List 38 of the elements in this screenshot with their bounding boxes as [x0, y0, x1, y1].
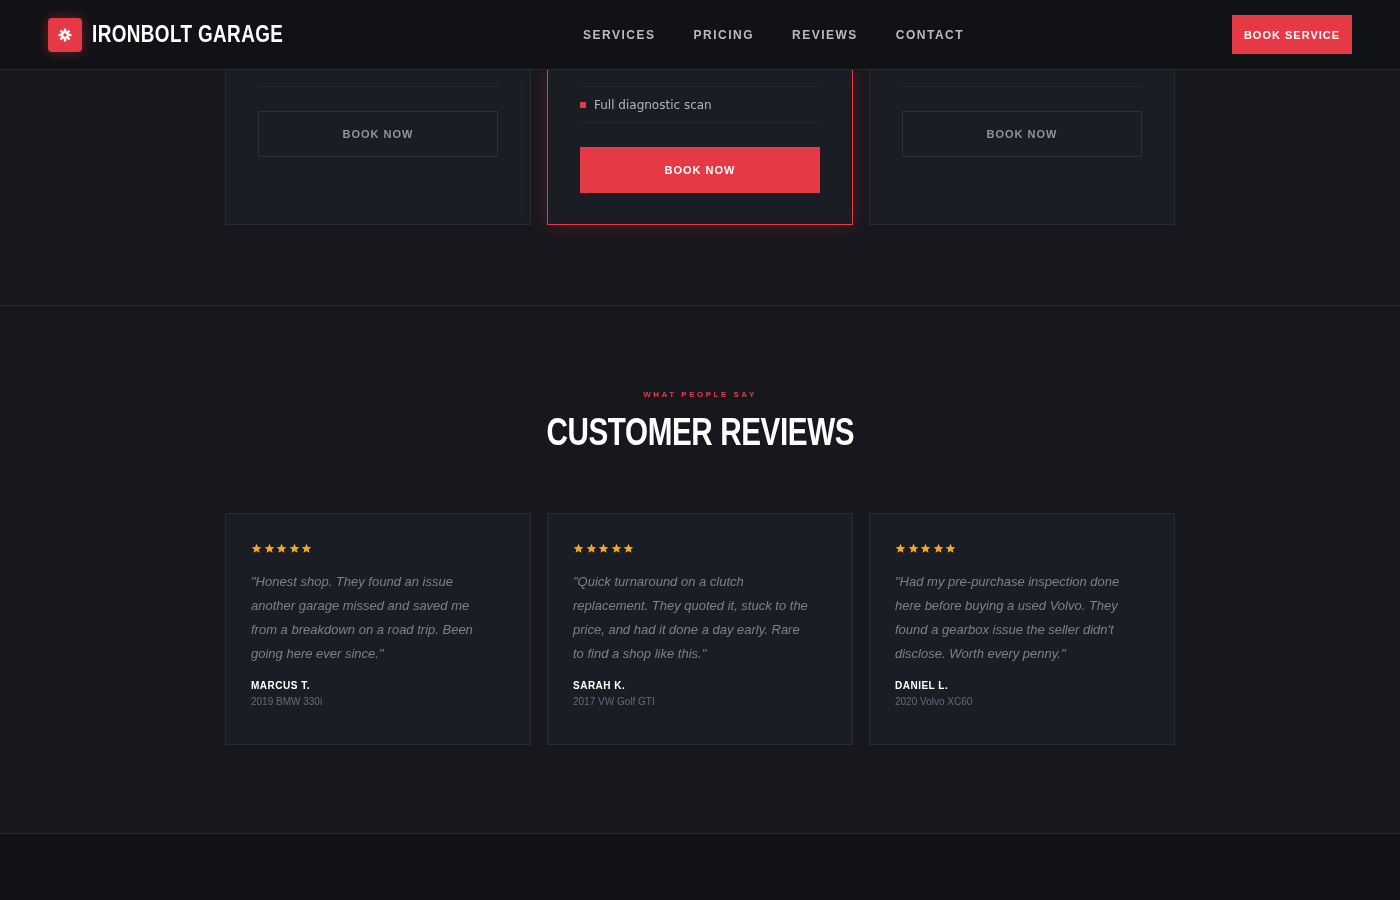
book-now-button[interactable]: BOOK NOW — [902, 111, 1142, 157]
star-icon — [610, 543, 622, 554]
star-icon — [920, 543, 931, 554]
nav-link[interactable]: SERVICES — [583, 27, 656, 42]
review-quote: "Had my pre-purchase inspection done here before buying a used Volvo. They found a gearbox issue the seller didn't disclose. Worth every penny." — [895, 573, 1121, 663]
star-icon — [263, 543, 275, 554]
reviewer-name: MARCUS T. — [251, 680, 311, 691]
nav-link[interactable]: PRICING — [693, 27, 754, 42]
star-icon — [276, 543, 287, 554]
star-icon — [932, 543, 944, 554]
reviewer-name: SARAH K. — [573, 680, 627, 691]
nav-link[interactable]: CONTACT — [895, 27, 965, 42]
star-icon — [895, 543, 906, 554]
reviewer-car: 2019 BMW 330i — [251, 696, 324, 707]
review-quote: "Honest shop. They found an issue another garage missed and saved me from a breakdown on a road trip. Been going here ever since." — [251, 573, 474, 663]
star-icon — [623, 543, 634, 554]
star-icon — [301, 543, 312, 554]
section-eyebrow: WHAT PEOPLE SAY — [643, 390, 757, 399]
feature-text: Full diagnostic scan — [594, 97, 712, 112]
book-now-button[interactable]: BOOK NOW — [580, 147, 820, 193]
gear-logo-icon[interactable] — [48, 17, 82, 52]
reviewer-car: 2020 Volvo XC60 — [895, 696, 974, 707]
star-icon — [945, 543, 956, 554]
star-icon — [573, 543, 584, 554]
book-service-button[interactable]: BOOK SERVICE — [1232, 15, 1352, 54]
nav-link[interactable]: REVIEWS — [792, 27, 858, 42]
review-quote: "Quick turnaround on a clutch replacement. They quoted it, stuck to the price, and had it done a day early. Rare to find a shop like this." — [573, 573, 809, 663]
star-icon — [251, 543, 262, 554]
reviewer-car: 2017 VW Golf GTI — [573, 696, 656, 707]
brand-name[interactable]: IRONBOLT GARAGE — [92, 21, 284, 48]
star-icon — [907, 543, 919, 554]
star-icon — [288, 543, 300, 554]
book-now-button[interactable]: BOOK NOW — [258, 111, 498, 157]
star-icon — [585, 543, 597, 554]
star-icon — [598, 543, 609, 554]
section-title: CUSTOMER REVIEWS — [546, 413, 854, 451]
bullet-icon — [580, 101, 586, 108]
reviewer-name: DANIEL L. — [895, 680, 950, 691]
